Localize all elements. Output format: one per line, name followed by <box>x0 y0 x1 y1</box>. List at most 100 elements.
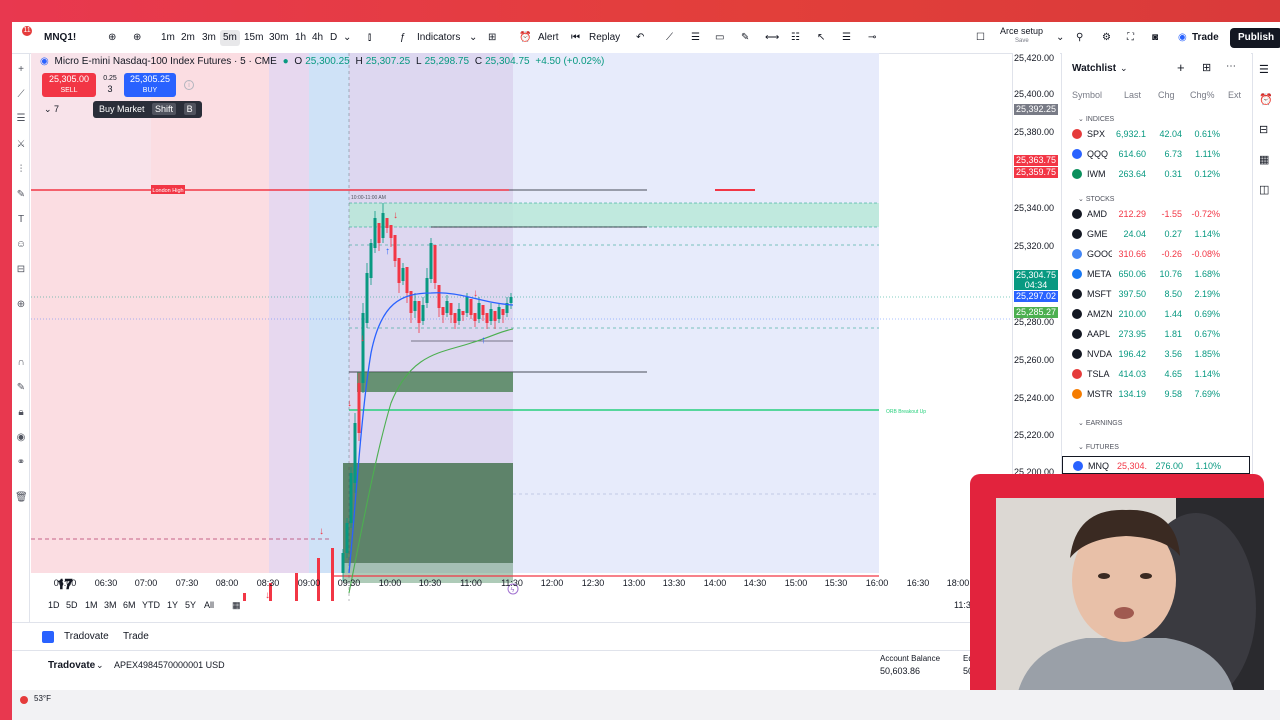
chart-canvas[interactable]: London High 10:00-11:00 AM ORB Breakout … <box>31 53 1015 601</box>
chevron-down-icon[interactable]: ⌄ <box>343 30 351 46</box>
position-icon[interactable]: ☷ <box>791 30 800 46</box>
search-icon[interactable]: ⚲ <box>1076 30 1083 46</box>
brush-icon[interactable]: ✎ <box>741 30 749 46</box>
weather-temp[interactable]: 53°F <box>34 694 51 703</box>
alert-icon[interactable]: ⏰ <box>519 30 531 46</box>
price-chart[interactable]: London High 10:00-11:00 AM ORB Breakout … <box>31 53 1015 601</box>
chevron-down-icon[interactable]: ⌄ <box>469 30 477 46</box>
indicator-collapse[interactable]: ⌄ 7 <box>44 104 59 115</box>
range-1d[interactable]: 1D <box>48 600 60 610</box>
eye-icon[interactable]: ◉ <box>15 432 27 444</box>
col-ext[interactable]: Ext <box>1228 90 1241 100</box>
add-icon[interactable]: + <box>1177 60 1185 75</box>
broker-select[interactable]: Tradovate <box>48 660 95 671</box>
tf-d[interactable]: D <box>330 30 337 46</box>
emoji-icon[interactable]: ☺ <box>15 239 27 251</box>
object-tree-icon[interactable]: ⊟ <box>1259 123 1268 136</box>
replay-button[interactable]: Replay <box>589 30 620 46</box>
columns-icon[interactable]: ⊞ <box>1202 61 1211 74</box>
range-5y[interactable]: 5Y <box>185 600 196 610</box>
prediction-icon[interactable]: ⫶ <box>15 164 27 176</box>
pattern-icon[interactable]: ⚔ <box>15 139 27 151</box>
tab-tradovate[interactable]: Tradovate <box>64 631 109 642</box>
col-chg[interactable]: Chg <box>1158 90 1175 100</box>
watchlist-row[interactable]: AMD 212.29 -1.55 -0.72% <box>1062 205 1252 223</box>
tf-30m[interactable]: 30m <box>269 30 288 46</box>
layout-icon[interactable]: ☐ <box>976 30 985 46</box>
calendar-icon[interactable]: ▦ <box>232 600 241 611</box>
rectangle-icon[interactable]: ▭ <box>715 30 724 46</box>
brush-icon[interactable]: ✎ <box>15 189 27 201</box>
templates-icon[interactable]: ⊞ <box>488 30 496 46</box>
watchlist-row[interactable]: IWM 263.64 0.31 0.12% <box>1062 165 1252 183</box>
tf-1h[interactable]: 1h <box>295 30 306 46</box>
publish-button[interactable]: Publish <box>1230 28 1280 48</box>
tf-4h[interactable]: 4h <box>312 30 323 46</box>
chevron-down-icon[interactable]: ⌄ <box>1120 63 1128 74</box>
gear-icon[interactable]: ⚙ <box>1102 30 1111 46</box>
tf-3m[interactable]: 3m <box>202 30 216 46</box>
watchlist-row[interactable]: MSTR 134.19 9.58 7.69% <box>1062 385 1252 403</box>
account-select[interactable]: APEX4984570000001 USD <box>114 660 225 670</box>
replay-icon[interactable]: ⏮ <box>571 30 580 46</box>
order-qty[interactable]: 3 <box>98 84 122 94</box>
col-chg-pct[interactable]: Chg% <box>1190 90 1215 100</box>
ruler-icon[interactable]: ⊟ <box>15 264 27 276</box>
section-indices[interactable]: ⌄ INDICES <box>1078 115 1114 123</box>
watchlist-row[interactable]: AMZN 210.00 1.44 0.69% <box>1062 305 1252 323</box>
fullscreen-icon[interactable]: ⛶ <box>1127 30 1134 46</box>
tf-1m[interactable]: 1m <box>161 30 175 46</box>
range-1m[interactable]: 1M <box>85 600 98 610</box>
indicators-icon[interactable]: ƒ <box>400 30 406 46</box>
lock-drawing-icon[interactable]: ✎ <box>15 382 27 394</box>
trash-icon[interactable]: 🗑︎ <box>15 492 28 504</box>
watchlist-row[interactable]: MNQ 25,304. 276.00 1.10% <box>1063 457 1253 475</box>
chat-icon[interactable]: ◫ <box>1259 183 1269 196</box>
watchlist-icon[interactable]: ☰ <box>1259 63 1269 76</box>
range-all[interactable]: All <box>204 600 214 610</box>
candles-icon[interactable]: ⫾ <box>368 30 371 46</box>
trendline-icon[interactable]: ⟋ <box>666 30 673 46</box>
text-icon[interactable]: T <box>15 214 27 226</box>
notification-badge[interactable]: 11 <box>22 26 32 36</box>
watchlist-row[interactable]: MSFT 397.50 8.50 2.19% <box>1062 285 1252 303</box>
magnet-icon[interactable]: ∩ <box>15 357 27 369</box>
col-last[interactable]: Last <box>1124 90 1141 100</box>
ruler-icon[interactable]: ☰ <box>842 30 851 46</box>
chevron-down-icon[interactable]: ⌄ <box>1056 30 1064 46</box>
range-ytd[interactable]: YTD <box>142 600 160 610</box>
fib-icon[interactable]: ☰ <box>691 30 700 46</box>
symbol-search[interactable]: MNQ1! <box>38 30 112 46</box>
ray-icon[interactable]: ⊸ <box>868 30 876 46</box>
tf-2m[interactable]: 2m <box>181 30 195 46</box>
fib-icon[interactable]: ☰ <box>15 113 27 125</box>
watchlist-row[interactable]: GME 24.04 0.27 1.14% <box>1062 225 1252 243</box>
watchlist-row[interactable]: SPX 6,932.1 42.04 0.61% <box>1062 125 1252 143</box>
section-earnings[interactable]: ⌄ EARNINGS <box>1078 419 1122 427</box>
zoom-icon[interactable]: ⊕ <box>15 299 27 311</box>
compare-icon[interactable]: ⊕ <box>108 30 116 46</box>
section-futures[interactable]: ⌄ FUTURES <box>1078 443 1119 451</box>
range-6m[interactable]: 6M <box>123 600 136 610</box>
tab-trade[interactable]: Trade <box>123 631 149 642</box>
range-5d[interactable]: 5D <box>66 600 78 610</box>
sell-button[interactable]: 25,305.00 SELL <box>42 73 96 97</box>
time-axis[interactable]: 06:00 06:30 07:00 07:30 08:00 08:30 09:00 09:30… <box>31 574 1015 594</box>
legend-title[interactable]: Micro E-mini Nasdaq-100 Index Futures · … <box>55 56 277 67</box>
layout-save[interactable]: Save <box>1015 37 1029 53</box>
cursor-icon[interactable]: ↖ <box>817 30 825 46</box>
info-icon[interactable]: i <box>184 80 194 90</box>
watchlist-row[interactable]: TSLA 414.03 4.65 1.14% <box>1062 365 1252 383</box>
alert-button[interactable]: Alert <box>538 30 559 46</box>
tf-5m[interactable]: 5m <box>220 30 240 46</box>
section-stocks[interactable]: ⌄ STOCKS <box>1078 195 1114 203</box>
trade-icon[interactable]: ◉ <box>1178 30 1187 46</box>
alerts-icon[interactable]: ⏰ <box>1259 93 1273 106</box>
link-icon[interactable]: ⚭ <box>15 457 27 469</box>
more-icon[interactable]: ⋯ <box>1226 61 1236 72</box>
tf-15m[interactable]: 15m <box>244 30 263 46</box>
watchlist-row[interactable]: QQQ 614.60 6.73 1.11% <box>1062 145 1252 163</box>
buy-button[interactable]: 25,305.25 BUY <box>124 73 176 97</box>
col-symbol[interactable]: Symbol <box>1072 90 1102 100</box>
add-symbol-icon[interactable]: ⊕ <box>133 30 141 46</box>
